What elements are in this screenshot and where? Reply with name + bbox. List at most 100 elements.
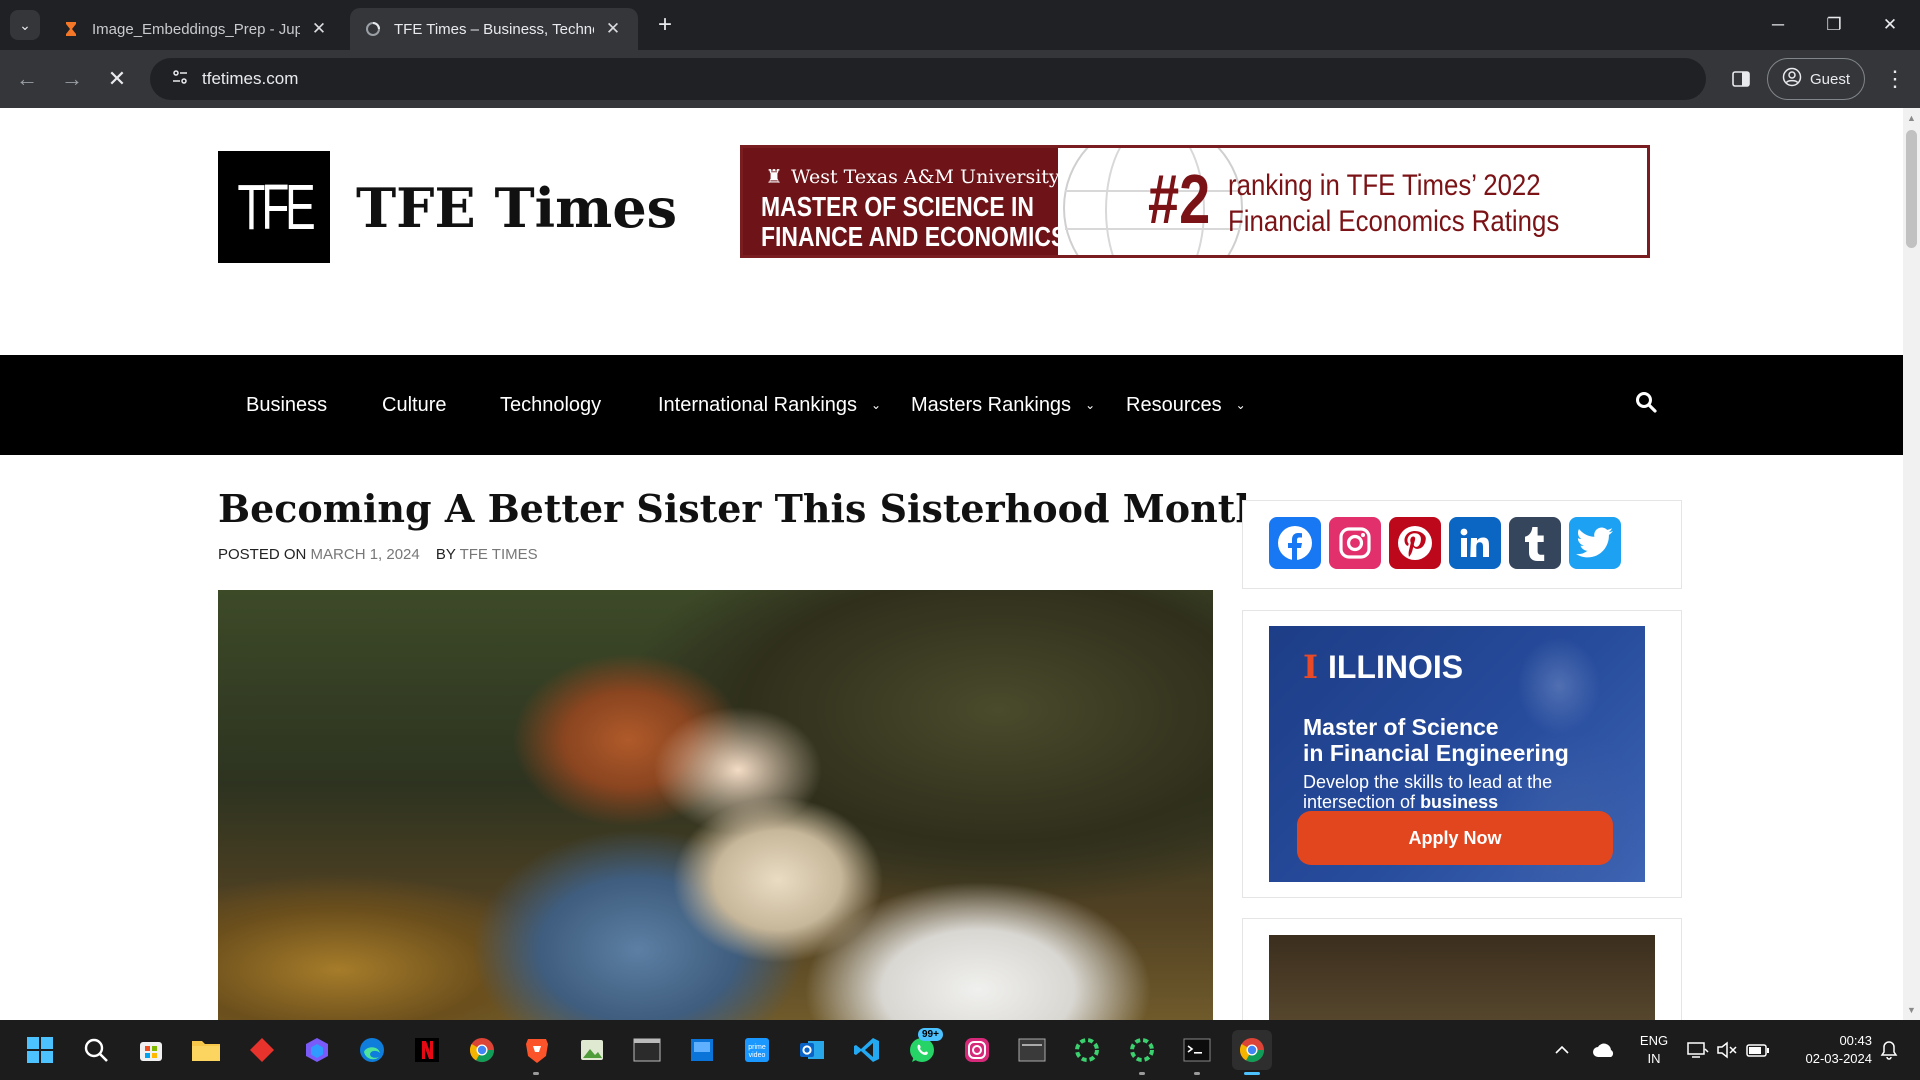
minimize-button[interactable]: ─ [1758, 8, 1798, 42]
post-meta: POSTED ON MARCH 1, 2024 BY TFE TIMES [218, 546, 538, 563]
ad-headline-line1: Master of Science [1303, 714, 1499, 740]
profile-button[interactable]: Guest [1767, 58, 1865, 100]
restore-button[interactable]: ❐ [1814, 8, 1854, 42]
post-date-link[interactable]: MARCH 1, 2024 [311, 546, 420, 563]
university-crest-icon: ♜ [765, 166, 783, 188]
instagram-app-icon[interactable] [957, 1030, 997, 1070]
sidebar-widget-image [1242, 918, 1682, 1020]
apply-now-button[interactable]: Apply Now [1297, 811, 1613, 865]
chrome-active-icon[interactable] [1232, 1030, 1272, 1070]
brave-icon[interactable] [517, 1030, 557, 1070]
tab-close-icon[interactable]: ✕ [308, 19, 330, 39]
browser-tab-strip: ⌄ Image_Embeddings_Prep - Jupyter ✕ TFE … [0, 0, 1920, 50]
close-window-button[interactable]: ✕ [1870, 8, 1910, 42]
search-icon[interactable] [76, 1030, 116, 1070]
twitter-icon[interactable] [1569, 517, 1621, 569]
nav-culture[interactable]: Culture [382, 355, 446, 455]
posted-on-label: POSTED ON [218, 546, 307, 563]
nav-international-rankings[interactable]: International Rankings ⌄ [658, 355, 881, 455]
image-viewer-icon[interactable] [572, 1030, 612, 1070]
nav-label: Culture [382, 393, 447, 416]
file-explorer-icon[interactable] [186, 1030, 226, 1070]
edge-icon[interactable] [352, 1030, 392, 1070]
tab-jupyter[interactable]: Image_Embeddings_Prep - Jupyter ✕ [48, 8, 344, 50]
page-scrollbar[interactable]: ▲ ▼ [1903, 108, 1920, 1020]
sidebar-image[interactable] [1269, 935, 1655, 1020]
banner-university: ♜ West Texas A&M University. [763, 166, 1063, 188]
tumblr-icon[interactable] [1509, 517, 1561, 569]
tab-search-button[interactable]: ⌄ [10, 10, 40, 40]
red-diamond-app-icon[interactable] [242, 1030, 282, 1070]
windows-start-icon[interactable] [20, 1030, 60, 1070]
side-panel-icon[interactable] [1724, 62, 1758, 96]
chevron-down-icon: ⌄ [1235, 398, 1246, 412]
site-title[interactable]: TFE Times [356, 176, 677, 240]
profile-icon [1782, 67, 1802, 91]
netflix-icon[interactable] [407, 1030, 447, 1070]
linkedin-icon[interactable] [1449, 517, 1501, 569]
nav-label: Resources [1126, 393, 1222, 416]
pinterest-icon[interactable] [1389, 517, 1441, 569]
green-ring-app-icon[interactable] [1067, 1030, 1107, 1070]
notification-bell-icon[interactable] [1874, 1020, 1904, 1080]
system-clock[interactable]: 00:43 02-03-2024 [1782, 1032, 1873, 1068]
copilot-icon[interactable] [297, 1030, 337, 1070]
widgets-store-icon[interactable] [131, 1030, 171, 1070]
banner-program-line2: FINANCE AND ECONOMICS [761, 221, 1067, 252]
site-info-icon[interactable] [158, 69, 202, 89]
tab-title: TFE Times – Business, Technology [394, 20, 594, 38]
illinois-block-i-icon: I [1303, 648, 1318, 686]
instagram-icon[interactable] [1329, 517, 1381, 569]
tab-title: Image_Embeddings_Prep - Jupyter [92, 20, 300, 38]
network-icon[interactable] [1684, 1020, 1712, 1080]
banner-program: MASTER OF SCIENCE IN FINANCE AND ECONOMI… [761, 192, 1066, 252]
vscode-icon[interactable] [847, 1030, 887, 1070]
onedrive-cloud-icon[interactable] [1588, 1020, 1620, 1080]
chrome-icon[interactable] [462, 1030, 502, 1070]
input-language[interactable]: ENG IN [1634, 1032, 1674, 1068]
lang-line2: IN [1647, 1051, 1661, 1066]
banner-rank-text: ranking in TFE Times’ 2022 Financial Eco… [1228, 168, 1559, 240]
taskbar-running-indicator [1139, 1072, 1145, 1075]
clock-time: 00:43 [1839, 1033, 1872, 1048]
nav-technology[interactable]: Technology [500, 355, 601, 455]
prime-video-icon[interactable]: prime video [737, 1030, 777, 1070]
url-text: tfetimes.com [202, 69, 299, 88]
facebook-icon[interactable] [1269, 517, 1321, 569]
site-logo[interactable]: TFE [218, 151, 330, 263]
new-tab-button[interactable]: + [650, 10, 680, 40]
tab-close-icon[interactable]: ✕ [602, 19, 624, 39]
search-icon[interactable] [1635, 391, 1661, 417]
volume-muted-icon[interactable] [1714, 1020, 1740, 1080]
browser-menu-button[interactable]: ⋮ [1878, 62, 1912, 96]
blue-window-app-icon[interactable] [682, 1030, 722, 1070]
back-button[interactable]: ← [10, 62, 44, 96]
battery-icon[interactable] [1744, 1020, 1772, 1080]
scroll-thumb[interactable] [1906, 130, 1917, 248]
post-author-link[interactable]: TFE TIMES [460, 546, 538, 563]
command-prompt-icon[interactable] [1177, 1030, 1217, 1070]
outlook-icon[interactable] [792, 1030, 832, 1070]
nav-business[interactable]: Business [246, 355, 327, 455]
header-banner-ad[interactable]: ♜ West Texas A&M University. MASTER OF SC… [740, 145, 1650, 258]
main-navigation: Business Culture Technology Internationa… [0, 355, 1903, 455]
windows-taskbar: prime video 99+ ENG IN 00:43 02-03-2024 [0, 1020, 1920, 1080]
terminal-app-icon[interactable] [627, 1030, 667, 1070]
banner-rank-line1: ranking in TFE Times’ 2022 [1228, 169, 1541, 202]
tab-tfetimes[interactable]: TFE Times – Business, Technology ✕ [350, 8, 638, 50]
forward-button[interactable]: → [55, 62, 89, 96]
ad-headline-line2: in Financial Engineering [1303, 740, 1569, 766]
nav-masters-rankings[interactable]: Masters Rankings ⌄ [911, 355, 1095, 455]
post-title[interactable]: Becoming A Better Sister This Sisterhood… [218, 486, 1263, 531]
scroll-up-arrow-icon[interactable]: ▲ [1903, 110, 1920, 126]
stop-loading-button[interactable]: ✕ [100, 62, 134, 96]
scroll-down-arrow-icon[interactable]: ▼ [1903, 1002, 1920, 1018]
taskbar-running-indicator [533, 1072, 539, 1075]
banner-left-panel: ♜ West Texas A&M University. MASTER OF SC… [743, 148, 1066, 255]
nav-label: Business [246, 393, 328, 416]
window-app-icon[interactable] [1012, 1030, 1052, 1070]
nav-resources[interactable]: Resources ⌄ [1126, 355, 1246, 455]
show-hidden-icons-chevron-up-icon[interactable] [1548, 1020, 1576, 1080]
green-ring-app-icon-2[interactable] [1122, 1030, 1162, 1070]
address-bar[interactable]: tfetimes.com [150, 58, 1706, 100]
